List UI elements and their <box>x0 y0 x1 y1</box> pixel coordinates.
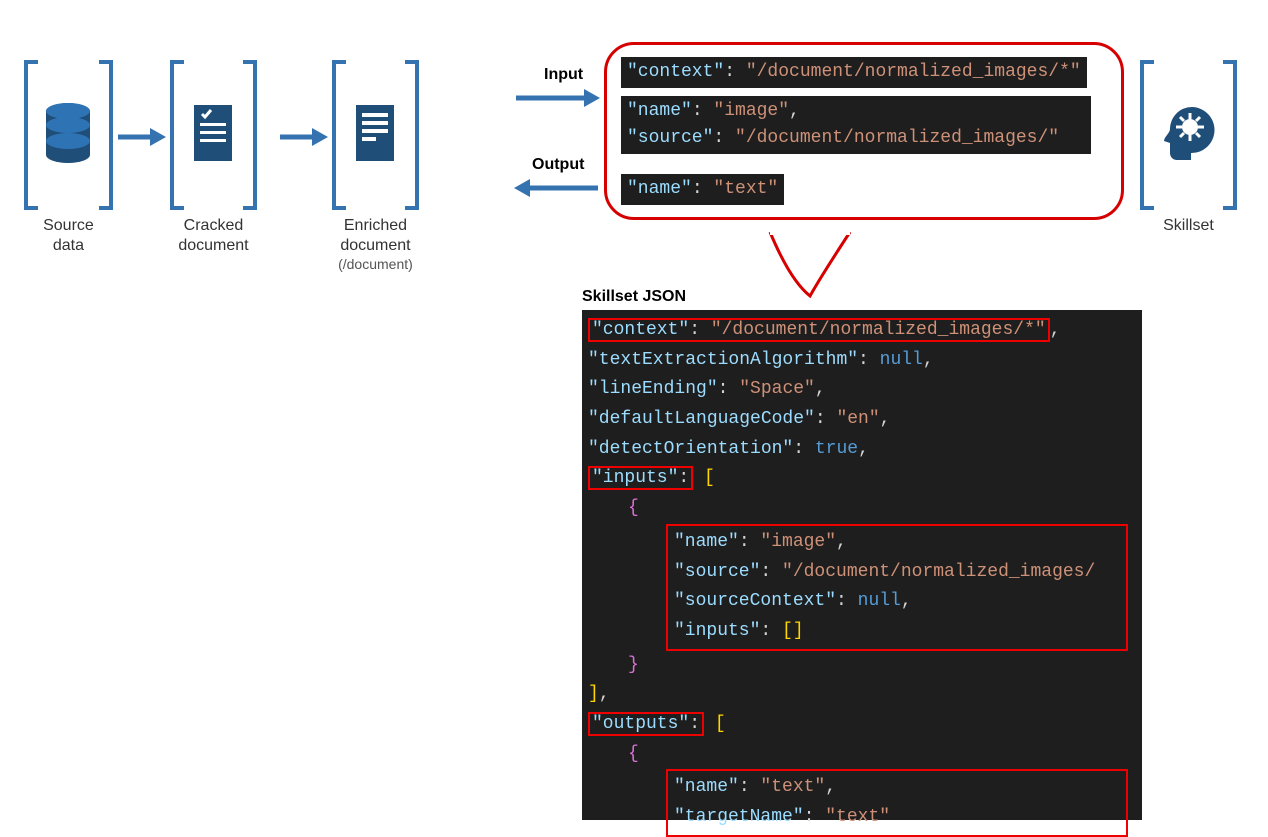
bracket-right <box>1223 60 1237 210</box>
stage-enriched: Enricheddocument (/document) <box>332 60 419 274</box>
database-icon <box>42 101 94 170</box>
input-label: Input <box>544 66 583 84</box>
callout-input-block: "name": "image", "source": "/document/no… <box>621 96 1091 154</box>
bracket-left <box>332 60 346 210</box>
bracket-left <box>170 60 184 210</box>
arrow-output <box>514 176 600 200</box>
bracket-right <box>243 60 257 210</box>
document-lines-icon <box>350 101 400 170</box>
arrow-1 <box>116 125 166 149</box>
stage-enriched-label: Enricheddocument (/document) <box>332 216 419 274</box>
callout-tail <box>760 230 860 300</box>
stage-source-label: Sourcedata <box>24 216 113 256</box>
bracket-right <box>99 60 113 210</box>
output-label: Output <box>532 156 584 174</box>
stage-skillset-label: Skillset <box>1140 216 1237 236</box>
skillset-icon <box>1158 101 1218 170</box>
stage-cracked: Crackeddocument <box>170 60 257 256</box>
bracket-left <box>1140 60 1154 210</box>
document-icon <box>188 101 238 170</box>
json-block: "context": "/document/normalized_images/… <box>582 310 1142 820</box>
arrow-2 <box>278 125 328 149</box>
callout-context-line: "context": "/document/normalized_images/… <box>621 57 1087 88</box>
stage-enriched-path: (/document) <box>332 256 419 274</box>
stage-source: Sourcedata <box>24 60 113 256</box>
stage-skillset: Skillset <box>1140 60 1237 236</box>
arrow-input <box>514 86 600 110</box>
stage-cracked-label: Crackeddocument <box>170 216 257 256</box>
json-title: Skillset JSON <box>582 288 686 306</box>
callout-bubble: "context": "/document/normalized_images/… <box>604 42 1124 220</box>
bracket-right <box>405 60 419 210</box>
callout-output-line: "name": "text" <box>621 174 784 205</box>
bracket-left <box>24 60 38 210</box>
